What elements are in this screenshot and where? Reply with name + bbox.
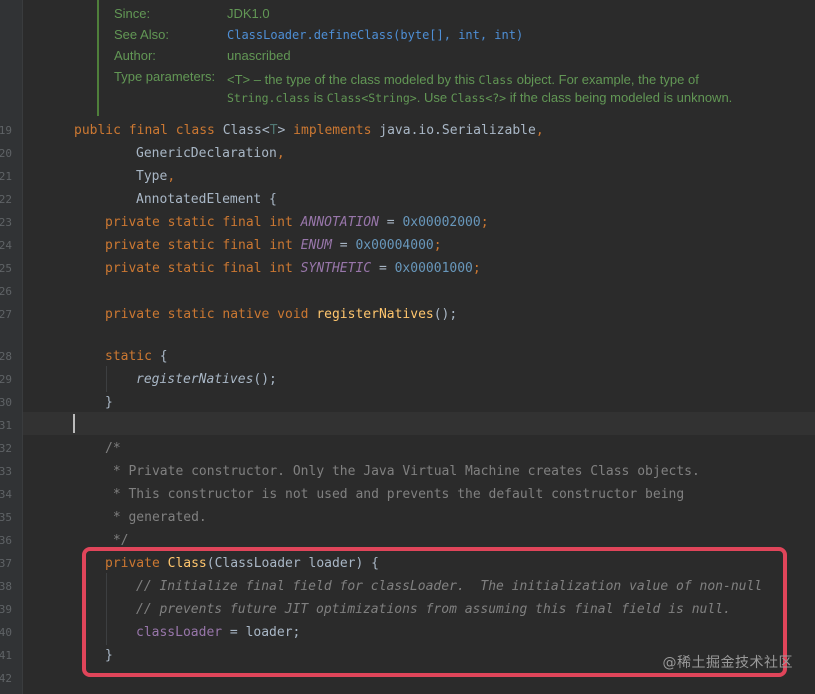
line-number: 39	[0, 603, 12, 616]
doc-type-params-line2: String.class is Class<String>. Use Class…	[227, 88, 732, 108]
line-number: 35	[0, 511, 12, 524]
token: ;	[480, 215, 489, 230]
doc-code: Class<String>	[326, 91, 417, 105]
indent-guide	[106, 366, 107, 392]
line-number: 37	[0, 557, 12, 570]
token: }	[105, 395, 113, 410]
token: implements	[293, 123, 380, 138]
token: 0x00001000	[394, 261, 473, 276]
doc-text: if the class being modeled is unknown.	[506, 90, 733, 105]
token: ();	[253, 372, 277, 387]
line-number: 32	[0, 442, 12, 455]
token: 0x00004000	[355, 238, 434, 253]
current-line-highlight	[23, 412, 815, 435]
code-line-21[interactable]: Type,	[136, 165, 175, 188]
token: private static final int	[105, 238, 301, 253]
token: ;	[433, 238, 442, 253]
doc-code: Class<?>	[450, 91, 507, 105]
code-line-23[interactable]: private static final int ANNOTATION = 0x…	[105, 211, 489, 234]
doc-since-label: Since:	[114, 6, 151, 21]
code-line-34[interactable]: * This constructor is not used and preve…	[105, 483, 684, 506]
doc-text: <T> – the type of the class modeled by t…	[227, 72, 479, 87]
doc-since-value: JDK1.0	[227, 6, 270, 21]
doc-author-label: Author:	[114, 48, 156, 63]
token: ;	[472, 261, 481, 276]
code-line-33[interactable]: * Private constructor. Only the Java Vir…	[105, 460, 700, 483]
doc-code: String.class	[227, 91, 311, 105]
token: =	[371, 261, 395, 276]
code-line-22[interactable]: AnnotatedElement {	[136, 188, 277, 211]
line-number: 22	[0, 193, 12, 206]
code-line-35[interactable]: * generated.	[105, 506, 207, 529]
token: GenericDeclaration	[136, 146, 277, 161]
line-number: 36	[0, 534, 12, 547]
line-number: 42	[0, 672, 12, 685]
code-line-27[interactable]: private static native void registerNativ…	[105, 303, 457, 326]
line-number: 30	[0, 396, 12, 409]
token: Class<	[222, 123, 270, 138]
token: public final class	[74, 123, 223, 138]
line-number: 21	[0, 170, 12, 183]
code-line-30[interactable]: }	[105, 391, 113, 414]
line-number: 33	[0, 465, 12, 478]
doc-type-params-label: Type parameters:	[114, 69, 216, 84]
line-number: 31	[0, 419, 12, 432]
code-line-20[interactable]: GenericDeclaration,	[136, 142, 285, 165]
line-number: 24	[0, 239, 12, 252]
token: ,	[167, 169, 176, 184]
token: >	[277, 123, 294, 138]
line-number: 27	[0, 308, 12, 321]
doc-text: . Use	[416, 90, 451, 105]
token: private static final int	[105, 215, 301, 230]
token: SYNTHETIC	[300, 261, 372, 276]
quick-documentation-popup: Since: JDK1.0 See Also: ClassLoader.defi…	[23, 0, 815, 118]
token: {	[159, 349, 168, 364]
code-line-28[interactable]: static {	[105, 345, 168, 368]
line-number: 20	[0, 147, 12, 160]
line-number: 40	[0, 626, 12, 639]
doc-author-value: unascribed	[227, 48, 291, 63]
text-caret	[73, 414, 75, 433]
doc-see-also-link[interactable]: ClassLoader.defineClass(byte[], int, int…	[227, 25, 523, 45]
doc-left-bar	[97, 0, 99, 116]
token: =	[331, 238, 356, 253]
doc-see-also-label: See Also:	[114, 27, 169, 42]
token: static	[105, 349, 160, 364]
line-number: 38	[0, 580, 12, 593]
token: T	[269, 123, 278, 138]
doc-code: Class	[478, 73, 514, 87]
token: =	[378, 215, 403, 230]
code-line-29[interactable]: registerNatives();	[136, 368, 277, 391]
code-line-25[interactable]: private static final int SYNTHETIC = 0x0…	[105, 257, 481, 280]
token: Type	[136, 169, 168, 184]
watermark-text: @稀土掘金技术社区	[662, 655, 793, 671]
token: registerNatives	[316, 307, 434, 322]
token: private static final int	[105, 261, 301, 276]
code-line-24[interactable]: private static final int ENUM = 0x000040…	[105, 234, 442, 257]
token: ANNOTATION	[300, 215, 379, 230]
token: ,	[276, 146, 285, 161]
line-number: 41	[0, 649, 12, 662]
code-line-19[interactable]: public final class Class<T> implements j…	[74, 119, 544, 142]
line-number: 34	[0, 488, 12, 501]
line-number: 23	[0, 216, 12, 229]
code-line-32[interactable]: /*	[105, 437, 121, 460]
token: java.io.Serializable	[379, 123, 536, 138]
token: private static native void	[105, 307, 317, 322]
line-number: 25	[0, 262, 12, 275]
doc-text: object. For example, the type of	[513, 72, 699, 87]
line-number: 19	[0, 124, 12, 137]
doc-type-params-line1: <T> – the type of the class modeled by t…	[227, 70, 699, 90]
line-number: 26	[0, 285, 12, 298]
token: ();	[433, 307, 458, 322]
line-number: 29	[0, 373, 12, 386]
token: 0x00002000	[402, 215, 481, 230]
token: AnnotatedElement {	[136, 192, 277, 207]
token: ,	[535, 123, 544, 138]
line-number: 28	[0, 350, 12, 363]
doc-text: is	[310, 90, 327, 105]
token: registerNatives	[136, 372, 254, 387]
token: ENUM	[300, 238, 332, 253]
